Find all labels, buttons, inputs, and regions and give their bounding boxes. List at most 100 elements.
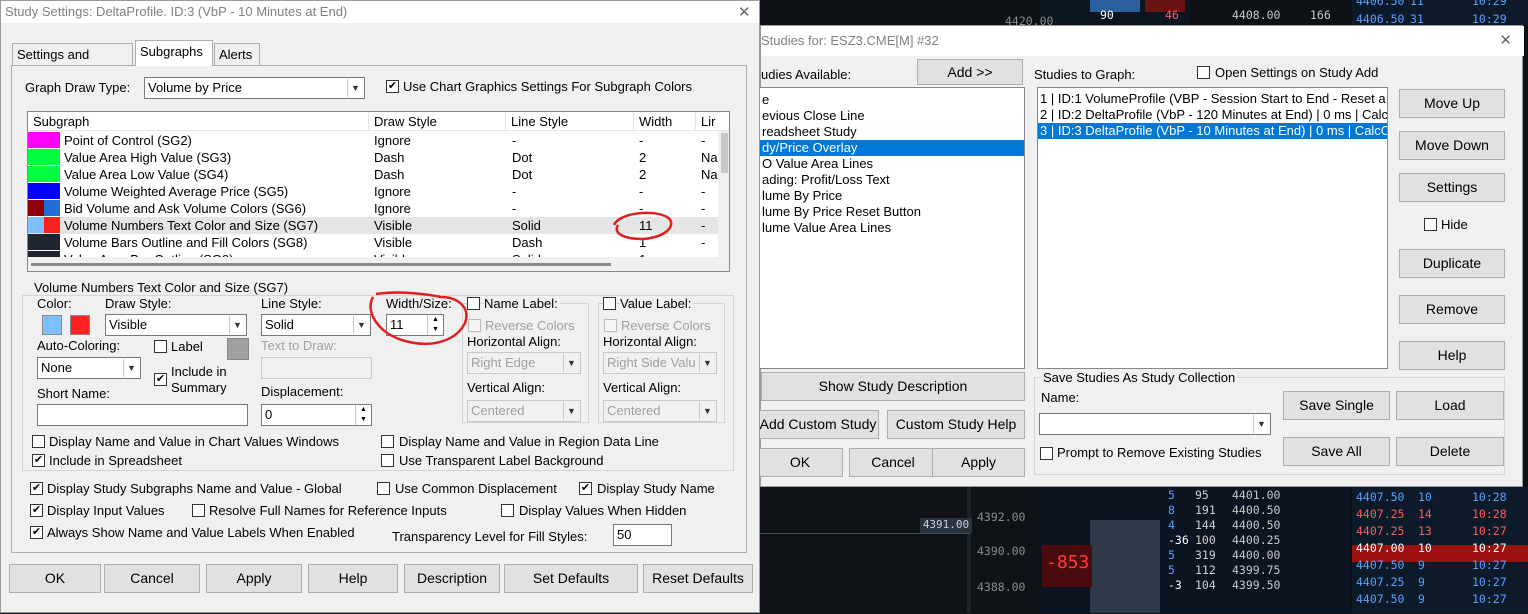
- help-button[interactable]: Help: [1399, 341, 1505, 370]
- prompt-remove-checkbox[interactable]: [1040, 447, 1053, 460]
- column-header-subgraph[interactable]: Subgraph: [28, 112, 369, 131]
- primary-color-swatch[interactable]: [42, 315, 62, 335]
- studies-cancel-button[interactable]: Cancel: [849, 448, 937, 477]
- display-values-hidden-checkbox[interactable]: [501, 504, 514, 517]
- list-item[interactable]: lume Value Area Lines: [760, 220, 1024, 236]
- label-checkbox[interactable]: [154, 340, 167, 353]
- ok-button[interactable]: OK: [9, 564, 101, 593]
- subgraph-color-swatch[interactable]: [44, 149, 60, 165]
- subgraph-color-swatch[interactable]: [44, 234, 60, 250]
- always-show-labels-checkbox[interactable]: ✔: [30, 526, 43, 539]
- list-item[interactable]: readsheet Study: [760, 124, 1024, 140]
- subgraph-color-swatch[interactable]: [28, 183, 44, 199]
- label-color-swatch[interactable]: [227, 338, 249, 360]
- studies-to-graph-list[interactable]: 1 | ID:1 VolumeProfile (VBP - Session St…: [1037, 87, 1388, 369]
- column-header-width[interactable]: Width: [634, 112, 696, 131]
- subgraph-color-swatch[interactable]: [44, 183, 60, 199]
- name-horizontal-align-select[interactable]: Right Edge ▼: [467, 352, 581, 374]
- reset-defaults-button[interactable]: Reset Defaults: [643, 564, 753, 593]
- display-chart-values-checkbox[interactable]: [32, 435, 45, 448]
- displacement-input[interactable]: 0 ▲ ▼: [261, 404, 372, 426]
- spin-up-icon[interactable]: ▲: [427, 315, 443, 325]
- close-icon[interactable]: ✕: [738, 3, 751, 21]
- subgraph-color-swatch[interactable]: [28, 149, 44, 165]
- studies-ok-button[interactable]: OK: [757, 448, 843, 477]
- spin-down-icon[interactable]: ▼: [427, 325, 443, 335]
- save-single-button[interactable]: Save Single: [1283, 391, 1390, 420]
- subgraph-color-swatch[interactable]: [44, 217, 60, 233]
- move-down-button[interactable]: Move Down: [1399, 131, 1505, 160]
- subgraph-color-swatch[interactable]: [44, 200, 60, 216]
- list-item[interactable]: lume By Price Reset Button: [760, 204, 1024, 220]
- subgraph-color-swatch[interactable]: [28, 200, 44, 216]
- table-vertical-scrollbar[interactable]: [718, 131, 729, 257]
- help-button[interactable]: Help: [308, 564, 398, 593]
- common-displacement-checkbox[interactable]: [377, 482, 390, 495]
- description-button[interactable]: Description: [404, 564, 500, 593]
- add-custom-study-button[interactable]: Add Custom Study: [757, 410, 879, 439]
- value-horizontal-align-select[interactable]: Right Side Valu ▼: [603, 352, 717, 374]
- draw-style-select[interactable]: Visible ▼: [105, 314, 247, 336]
- display-subgraphs-global-checkbox[interactable]: ✔: [30, 482, 43, 495]
- name-vertical-align-select[interactable]: Centered ▼: [467, 400, 581, 422]
- custom-study-help-button[interactable]: Custom Study Help: [887, 410, 1025, 439]
- add-study-button[interactable]: Add >>: [917, 59, 1023, 85]
- apply-button[interactable]: Apply: [206, 564, 302, 593]
- list-item[interactable]: lume By Price: [760, 188, 1024, 204]
- graph-draw-type-select[interactable]: Volume by Price ▼: [144, 77, 365, 99]
- width-size-input[interactable]: 11 ▲ ▼: [386, 314, 444, 336]
- duplicate-button[interactable]: Duplicate: [1399, 249, 1505, 278]
- short-name-input[interactable]: [37, 404, 248, 426]
- subgraph-color-swatch[interactable]: [28, 234, 44, 250]
- value-vertical-align-select[interactable]: Centered ▼: [603, 400, 717, 422]
- close-icon[interactable]: ✕: [1499, 31, 1512, 49]
- spin-down-icon[interactable]: ▼: [355, 415, 371, 425]
- subgraph-color-swatch[interactable]: [28, 132, 44, 148]
- value-label-checkbox[interactable]: [603, 297, 616, 310]
- subgraph-table[interactable]: Subgraph Draw Style Line Style Width Lir…: [27, 111, 730, 272]
- line-style-select[interactable]: Solid ▼: [261, 314, 371, 336]
- table-row[interactable]: Bid Volume and Ask Volume Colors (SG6) Ig…: [28, 200, 718, 217]
- tab-subgraphs[interactable]: Subgraphs: [135, 40, 213, 66]
- name-label-checkbox[interactable]: [467, 297, 480, 310]
- list-item[interactable]: e: [760, 92, 1024, 108]
- settings-button[interactable]: Settings: [1399, 173, 1505, 202]
- table-row[interactable]: Value Area High Value (SG3) Dash Dot 2 Na: [28, 149, 718, 166]
- scrollbar-thumb[interactable]: [31, 263, 611, 266]
- save-all-button[interactable]: Save All: [1283, 437, 1390, 466]
- subgraph-color-swatch[interactable]: [44, 132, 60, 148]
- list-item[interactable]: ading: Profit/Loss Text: [760, 172, 1024, 188]
- display-study-name-checkbox[interactable]: ✔: [579, 482, 592, 495]
- auto-coloring-select[interactable]: None ▼: [37, 357, 141, 379]
- move-up-button[interactable]: Move Up: [1399, 89, 1505, 118]
- collection-name-combo[interactable]: ▼: [1039, 413, 1271, 435]
- subgraph-color-swatch[interactable]: [44, 166, 60, 182]
- subgraph-color-swatch[interactable]: [28, 217, 44, 233]
- list-item[interactable]: O Value Area Lines: [760, 156, 1024, 172]
- list-item[interactable]: 2 | ID:2 DeltaProfile (VbP - 120 Minutes…: [1038, 107, 1387, 123]
- open-settings-checkbox[interactable]: [1197, 66, 1210, 79]
- use-chart-graphics-checkbox[interactable]: ✔: [386, 80, 399, 93]
- transparency-input[interactable]: 50: [613, 524, 672, 546]
- value-reverse-colors-checkbox[interactable]: [604, 319, 617, 332]
- delete-button[interactable]: Delete: [1396, 437, 1504, 466]
- table-horizontal-scrollbar[interactable]: [28, 257, 729, 271]
- transparent-bg-checkbox[interactable]: [381, 454, 394, 467]
- list-item[interactable]: dy/Price Overlay: [760, 140, 1024, 156]
- resolve-full-names-checkbox[interactable]: [192, 504, 205, 517]
- name-reverse-colors-checkbox[interactable]: [468, 319, 481, 332]
- column-header-draw-style[interactable]: Draw Style: [369, 112, 506, 131]
- list-item[interactable]: 1 | ID:1 VolumeProfile (VBP - Session St…: [1038, 91, 1387, 107]
- secondary-color-swatch[interactable]: [70, 315, 90, 335]
- set-defaults-button[interactable]: Set Defaults: [504, 564, 638, 593]
- tab-settings-and-inputs[interactable]: Settings and Inputs: [12, 43, 133, 77]
- table-row[interactable]: Value Area Low Value (SG4) Dash Dot 2 Na: [28, 166, 718, 183]
- table-row[interactable]: Volume Weighted Average Price (SG5) Ignor…: [28, 183, 718, 200]
- table-row[interactable]: Volume Numbers Text Color and Size (SG7)…: [28, 217, 718, 234]
- column-header-line-style[interactable]: Line Style: [506, 112, 634, 131]
- table-row[interactable]: Volume Bars Outline and Fill Colors (SG8…: [28, 234, 718, 251]
- list-item[interactable]: evious Close Line: [760, 108, 1024, 124]
- subgraph-color-swatch[interactable]: [28, 166, 44, 182]
- tab-alerts[interactable]: Alerts: [214, 43, 260, 65]
- spin-up-icon[interactable]: ▲: [355, 405, 371, 415]
